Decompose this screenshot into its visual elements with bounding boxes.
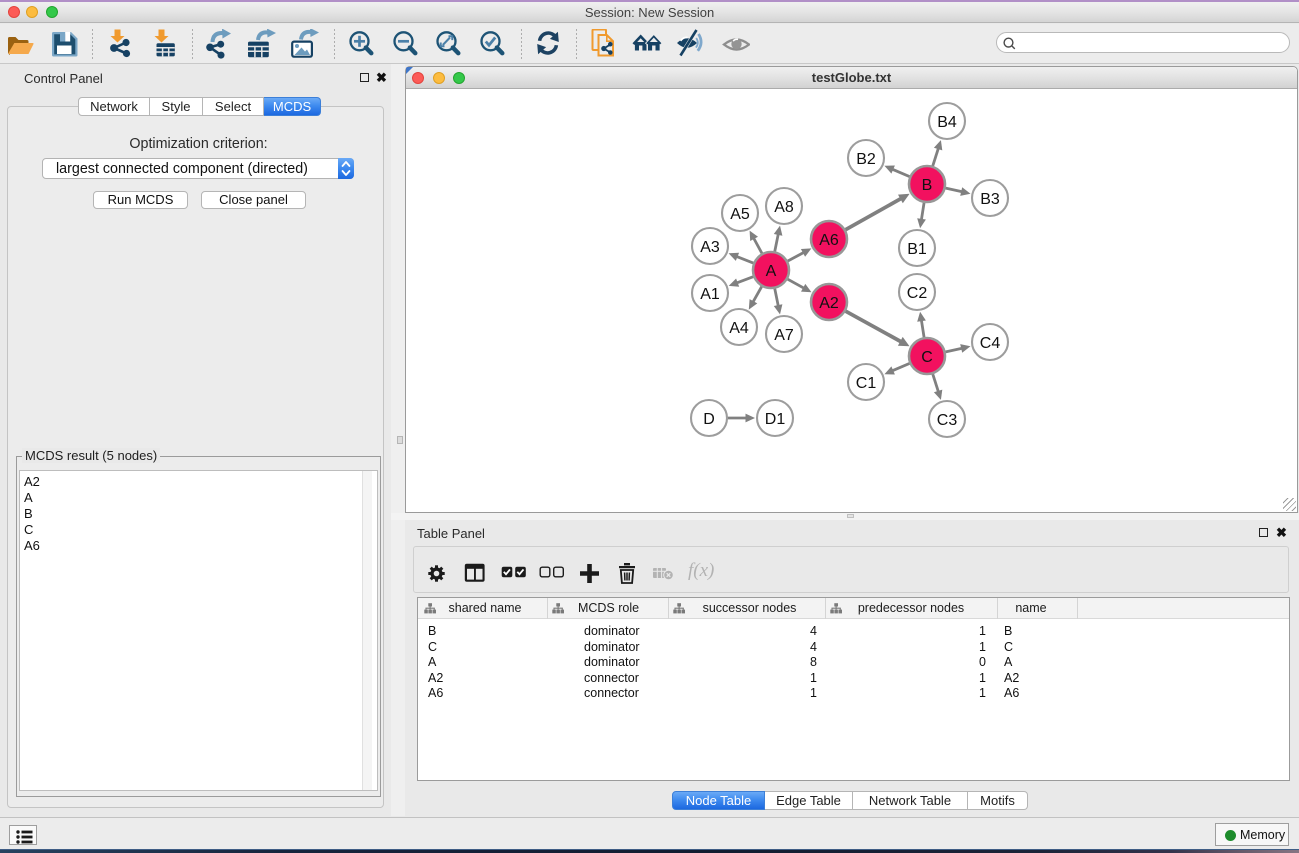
svg-text:A6: A6 [819, 232, 839, 249]
svg-text:A7: A7 [774, 327, 794, 344]
svg-text:B2: B2 [856, 151, 876, 168]
svg-text:D: D [703, 411, 715, 428]
svg-text:A5: A5 [730, 206, 750, 223]
svg-text:C: C [921, 349, 933, 366]
svg-text:A8: A8 [774, 199, 794, 216]
svg-text:A4: A4 [729, 320, 749, 337]
svg-text:B1: B1 [907, 241, 927, 258]
svg-text:C2: C2 [907, 285, 928, 302]
svg-text:C1: C1 [856, 375, 877, 392]
svg-text:B3: B3 [980, 191, 1000, 208]
svg-text:D1: D1 [765, 411, 786, 428]
svg-text:B4: B4 [937, 114, 957, 131]
svg-text:C3: C3 [937, 412, 958, 429]
svg-text:A2: A2 [819, 295, 839, 312]
svg-text:A1: A1 [700, 286, 720, 303]
svg-text:A3: A3 [700, 239, 720, 256]
svg-text:A: A [766, 263, 777, 280]
svg-text:B: B [922, 177, 933, 194]
svg-text:C4: C4 [980, 335, 1001, 352]
